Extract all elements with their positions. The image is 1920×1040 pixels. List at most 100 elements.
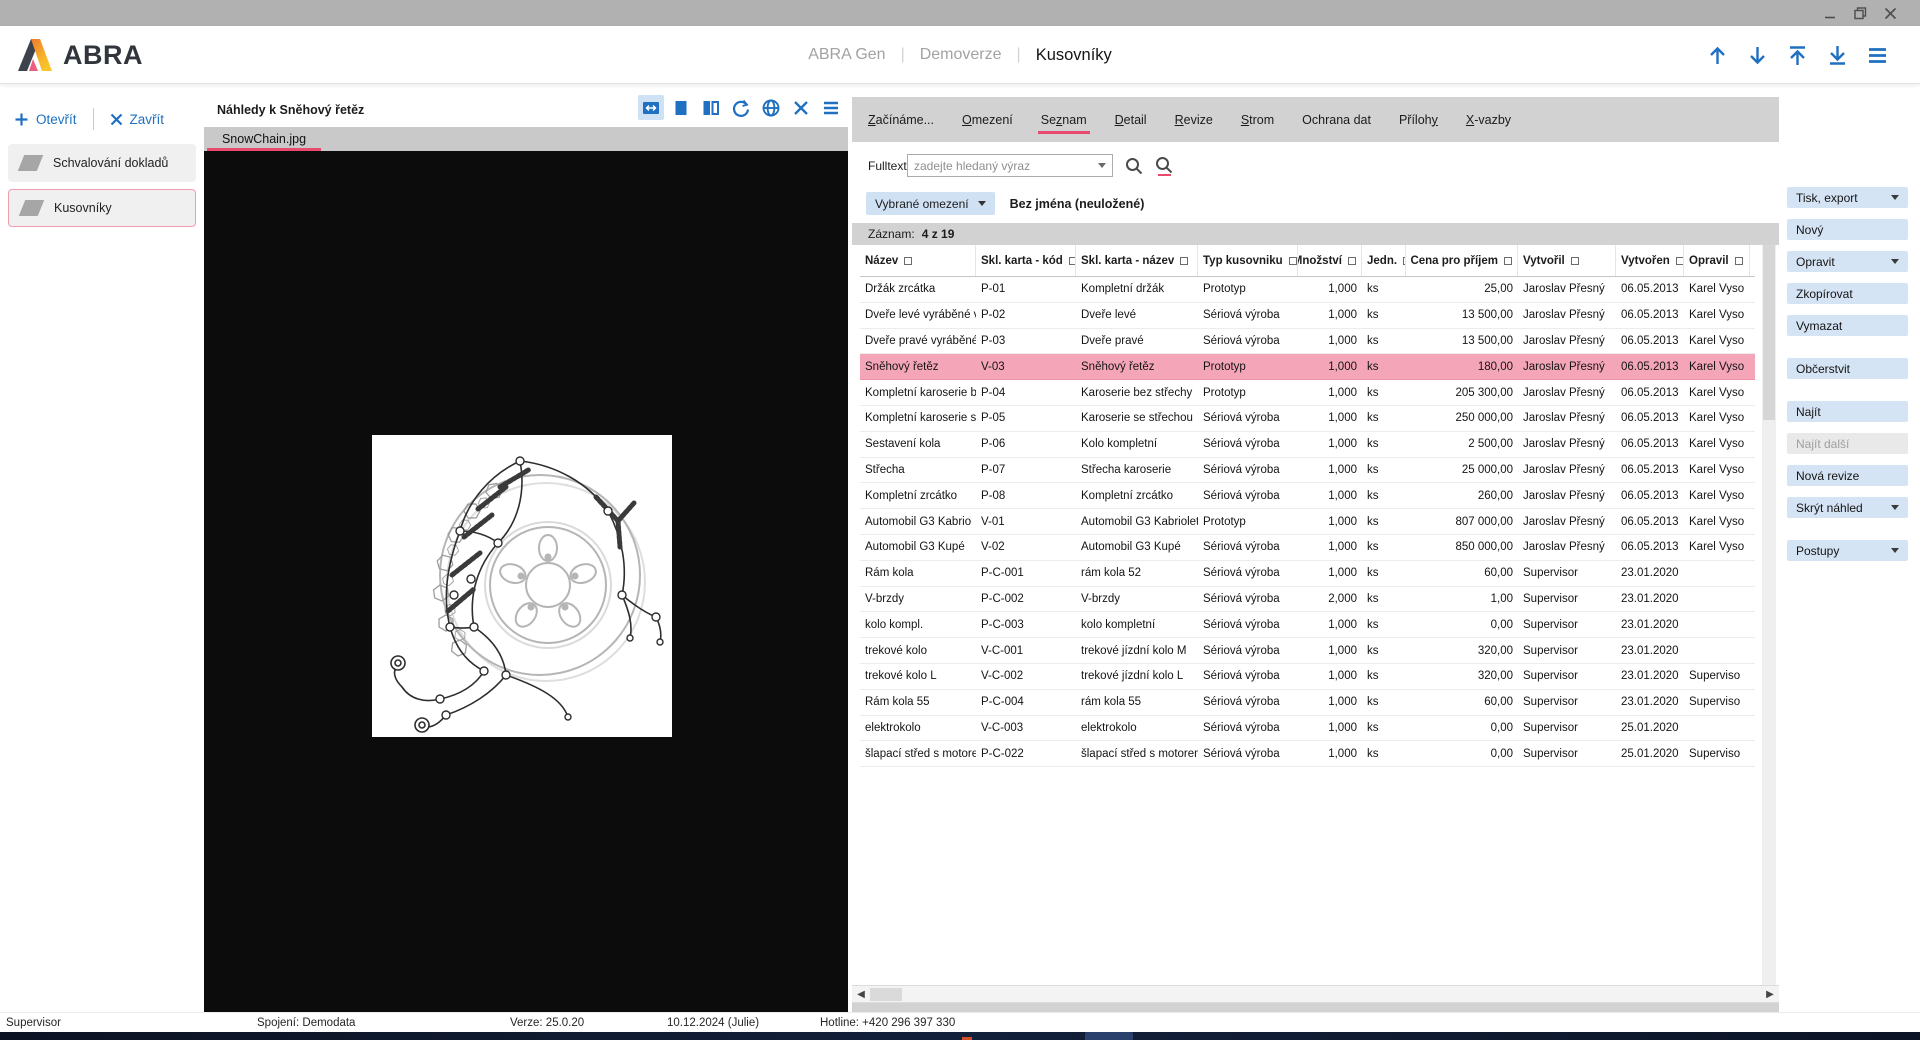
close-icon[interactable] bbox=[1882, 5, 1898, 21]
table-row[interactable]: Sněhový řetězV-03Sněhový řetězPrototyp1,… bbox=[860, 354, 1755, 380]
cell-vytvoril: Jaroslav Přesný bbox=[1518, 335, 1616, 347]
table-row[interactable]: šlapací střed s motoremP-C-022šlapací st… bbox=[860, 741, 1755, 767]
first-record-icon[interactable] bbox=[1785, 43, 1810, 68]
column-header-cena-pro-prijem[interactable]: Cena pro příjem bbox=[1406, 245, 1518, 276]
web-icon[interactable] bbox=[758, 95, 784, 120]
main-menu-icon[interactable] bbox=[1865, 43, 1890, 68]
tab-detail[interactable]: Detail bbox=[1101, 97, 1161, 142]
action-tisk-export[interactable]: Tisk, export bbox=[1787, 187, 1908, 208]
column-header-skl-karta-nazev[interactable]: Skl. karta - název bbox=[1076, 245, 1198, 276]
table-row[interactable]: Rám kolaP-C-001rám kola 52Sériová výroba… bbox=[860, 561, 1755, 587]
cell-mnozstvi: 1,000 bbox=[1298, 696, 1362, 708]
action-skryt-nahled[interactable]: Skrýt náhled bbox=[1787, 497, 1908, 518]
next-record-icon[interactable] bbox=[1745, 43, 1770, 68]
column-header-vytvoren[interactable]: Vytvořen bbox=[1616, 245, 1684, 276]
sidebar-item-schvalovani-dokladu[interactable]: Schvalování dokladů bbox=[8, 144, 196, 182]
windows-taskbar[interactable] bbox=[0, 1032, 1920, 1040]
table-row[interactable]: Kompletní zrcátkoP-08Kompletní zrcátkoSé… bbox=[860, 483, 1755, 509]
action-obcerstvit[interactable]: Občerstvit bbox=[1787, 358, 1908, 379]
fulltext-dropdown-icon[interactable] bbox=[1098, 163, 1106, 168]
table-row[interactable]: trekové koloV-C-001trekové jízdní kolo M… bbox=[860, 638, 1755, 664]
cell-nazev: elektrokolo bbox=[860, 722, 976, 734]
column-options-icon[interactable] bbox=[1069, 257, 1076, 265]
horizontal-scrollbar[interactable]: ◀ ▶ bbox=[852, 985, 1779, 1003]
column-header-opravil[interactable]: Opravil bbox=[1684, 245, 1750, 276]
tab-zaciname[interactable]: Začínáme... bbox=[854, 97, 948, 142]
search-next-icon[interactable] bbox=[1154, 156, 1174, 176]
breadcrumb-app[interactable]: ABRA Gen bbox=[808, 46, 885, 64]
search-icon[interactable] bbox=[1124, 156, 1144, 176]
action-novy[interactable]: Nový bbox=[1787, 219, 1908, 240]
chevron-down-icon bbox=[1891, 259, 1899, 264]
previous-record-icon[interactable] bbox=[1705, 43, 1730, 68]
divider bbox=[93, 108, 94, 130]
column-options-icon[interactable] bbox=[1676, 257, 1684, 265]
fit-width-icon[interactable] bbox=[638, 95, 664, 120]
close-preview-icon[interactable] bbox=[788, 95, 814, 120]
tab-revize[interactable]: Revize bbox=[1161, 97, 1227, 142]
restore-icon[interactable] bbox=[1852, 5, 1868, 21]
column-header-jedn[interactable]: Jedn. bbox=[1362, 245, 1406, 276]
table-row[interactable]: Kompletní karoserie seP-05Karoserie se s… bbox=[860, 406, 1755, 432]
table-row[interactable]: Dveře levé vyráběné vP-02Dveře levéSério… bbox=[860, 303, 1755, 329]
preview-menu-icon[interactable] bbox=[818, 95, 844, 120]
tab-prilohy[interactable]: Přílohy bbox=[1385, 97, 1452, 142]
column-options-icon[interactable] bbox=[1289, 257, 1297, 265]
column-options-icon[interactable] bbox=[1180, 257, 1188, 265]
action-najit[interactable]: Najít bbox=[1787, 401, 1908, 422]
column-header-mnozstvi[interactable]: Množství bbox=[1298, 245, 1362, 276]
scroll-left-icon[interactable]: ◀ bbox=[854, 988, 868, 1001]
table-row[interactable]: trekové kolo LV-C-002trekové jízdní kolo… bbox=[860, 664, 1755, 690]
restriction-selector-button[interactable]: Vybrané omezení bbox=[866, 192, 995, 215]
cell-nazev: Dveře pravé vyráběné bbox=[860, 335, 976, 347]
scroll-right-icon[interactable]: ▶ bbox=[1763, 988, 1777, 1001]
column-options-icon[interactable] bbox=[1504, 257, 1512, 265]
scrollbar-thumb[interactable] bbox=[1763, 245, 1775, 420]
table-row[interactable]: Kompletní karoserie bezP-04Karoserie bez… bbox=[860, 380, 1755, 406]
action-vymazat[interactable]: Vymazat bbox=[1787, 315, 1908, 336]
action-zkopirovat[interactable]: Zkopírovat bbox=[1787, 283, 1908, 304]
table-row[interactable]: kolo kompl.P-C-003kolo kompletníSériová … bbox=[860, 612, 1755, 638]
close-agenda-button[interactable]: Zavřít bbox=[110, 112, 165, 127]
split-view-icon[interactable] bbox=[698, 95, 724, 120]
table-row[interactable]: Automobil G3 KupéV-02Automobil G3 KupéSé… bbox=[860, 535, 1755, 561]
table-row[interactable]: Automobil G3 KabrioV-01Automobil G3 Kabr… bbox=[860, 509, 1755, 535]
tab-ochrana-dat[interactable]: Ochrana dat bbox=[1288, 97, 1385, 142]
action-nova-revize[interactable]: Nová revize bbox=[1787, 465, 1908, 486]
cell-vytvoren: 23.01.2020 bbox=[1616, 619, 1684, 631]
scrollbar-thumb[interactable] bbox=[870, 988, 902, 1001]
column-header-nazev[interactable]: Název bbox=[860, 245, 976, 276]
vertical-scrollbar[interactable] bbox=[1762, 245, 1776, 985]
table-row[interactable]: StřechaP-07Střecha karoserieSériová výro… bbox=[860, 458, 1755, 484]
breadcrumb-environment[interactable]: Demoverze bbox=[920, 46, 1002, 64]
fulltext-input[interactable] bbox=[907, 154, 1113, 177]
tab-strom[interactable]: Strom bbox=[1227, 97, 1288, 142]
column-header-vytvoril[interactable]: Vytvořil bbox=[1518, 245, 1616, 276]
column-options-icon[interactable] bbox=[1348, 257, 1356, 265]
tab-omezeni[interactable]: Omezení bbox=[948, 97, 1027, 142]
sidebar-item-kusovniky[interactable]: Kusovníky bbox=[8, 189, 196, 227]
table-row[interactable]: Dveře pravé vyráběnéP-03Dveře pravéSério… bbox=[860, 329, 1755, 355]
column-options-icon[interactable] bbox=[1571, 257, 1579, 265]
cell-vytvoril: Supervisor bbox=[1518, 645, 1616, 657]
column-options-icon[interactable] bbox=[1735, 257, 1743, 265]
last-record-icon[interactable] bbox=[1825, 43, 1850, 68]
cell-nazev: V-brzdy bbox=[860, 593, 976, 605]
table-row[interactable]: Držák zrcátkaP-01Kompletní držákPrototyp… bbox=[860, 277, 1755, 303]
column-header-skl-karta-kod[interactable]: Skl. karta - kód bbox=[976, 245, 1076, 276]
preview-tab-snowchain[interactable]: SnowChain.jpg bbox=[207, 127, 321, 151]
open-agenda-button[interactable]: Otevřít bbox=[14, 112, 77, 127]
tab-x-vazby[interactable]: X-vazby bbox=[1452, 97, 1525, 142]
action-postupy[interactable]: Postupy bbox=[1787, 540, 1908, 561]
table-row[interactable]: elektrokoloV-C-003elektrokoloSériová výr… bbox=[860, 716, 1755, 742]
table-row[interactable]: Rám kola 55P-C-004rám kola 55Sériová výr… bbox=[860, 690, 1755, 716]
column-header-typ-kusovniku[interactable]: Typ kusovniku bbox=[1198, 245, 1298, 276]
single-page-icon[interactable] bbox=[668, 95, 694, 120]
tab-seznam[interactable]: Seznam bbox=[1027, 97, 1101, 142]
column-options-icon[interactable] bbox=[904, 257, 912, 265]
rotate-icon[interactable] bbox=[728, 95, 754, 120]
table-row[interactable]: V-brzdyP-C-002V-brzdySériová výroba2,000… bbox=[860, 587, 1755, 613]
table-row[interactable]: Sestavení kolaP-06Kolo kompletníSériová … bbox=[860, 432, 1755, 458]
minimize-icon[interactable] bbox=[1822, 5, 1838, 21]
action-opravit[interactable]: Opravit bbox=[1787, 251, 1908, 272]
